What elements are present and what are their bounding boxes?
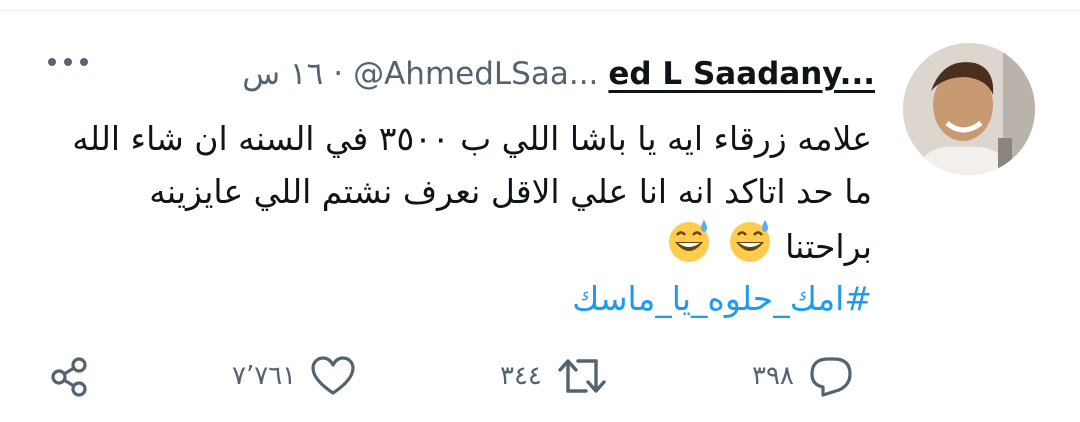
more-horizontal-icon[interactable] (48, 58, 88, 66)
tweet-text-line-3-text: براحتنا (785, 227, 872, 266)
tweet-header: ed L Saadany... @AhmedLSaa... · ١٦ س (242, 52, 875, 96)
user-handle[interactable]: @AhmedLSaa... (353, 56, 598, 92)
like-count: ٧٬٧٦١ (232, 361, 297, 391)
avatar[interactable] (903, 43, 1035, 175)
timestamp[interactable]: ١٦ س (242, 56, 323, 92)
tweet-text-line-2: ما حد اتاكد انه انا علي الاقل نعرف نشتم … (149, 172, 872, 211)
retweet-icon (556, 355, 608, 397)
display-name[interactable]: ed L Saadany... (608, 56, 875, 92)
reply-count: ٣٩٨ (752, 361, 794, 391)
share-icon (48, 355, 92, 399)
tweet-text: علامه زرقاء ايه يا باشا اللي ب ٣٥٠٠ في ا… (52, 112, 872, 279)
separator-dot: · (333, 56, 344, 92)
like-button[interactable]: ٧٬٧٦١ (232, 355, 356, 397)
heart-icon (310, 355, 356, 397)
grinning-face-with-sweat-icon (666, 218, 712, 279)
reply-icon (808, 355, 854, 397)
retweet-button[interactable]: ٣٤٤ (500, 355, 608, 397)
action-bar: ٣٩٨ ٣٤٤ ٧٬٧٦١ (0, 355, 1080, 411)
share-button[interactable] (48, 355, 92, 399)
tweet-text-line-3: براحتنا (52, 218, 872, 279)
hashtag-link[interactable]: #امك_حلوه_يا_ماسك (572, 272, 872, 325)
reply-button[interactable]: ٣٩٨ (752, 355, 854, 397)
top-divider (0, 10, 1080, 11)
retweet-count: ٣٤٤ (500, 361, 542, 391)
tweet-text-line-1: علامه زرقاء ايه يا باشا اللي ب ٣٥٠٠ في ا… (72, 119, 872, 158)
grinning-face-with-sweat-icon (727, 218, 773, 279)
